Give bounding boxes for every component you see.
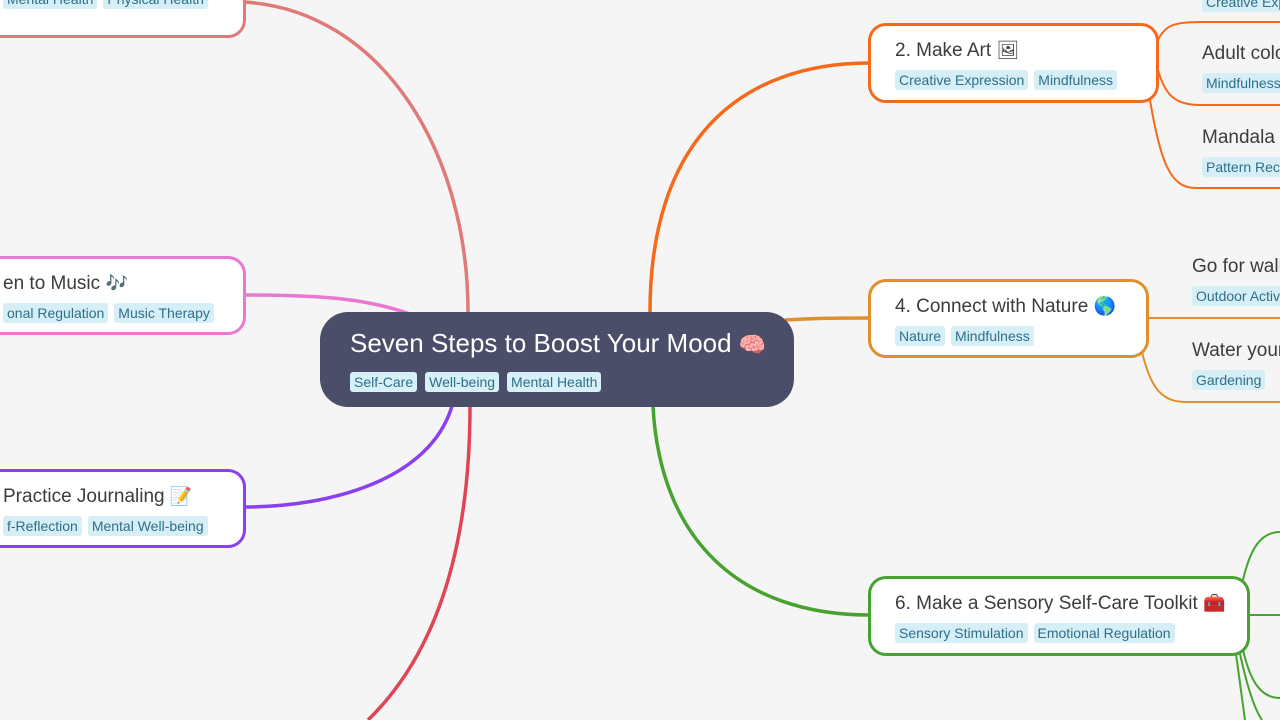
connector-branch-1: [243, 0, 470, 313]
subnode-art-3[interactable]: Mandala a Pattern Rec: [1202, 125, 1280, 177]
subnode-title: Go for walk: [1192, 256, 1280, 277]
tag: Mental Health: [3, 0, 98, 9]
tag: Pattern Rec: [1202, 157, 1280, 177]
connector-branch-6: [651, 405, 871, 617]
branch-title: 6. Make a Sensory Self-Care Toolkit: [895, 593, 1198, 614]
subnode-art-2[interactable]: Adult colo Mindfulness: [1202, 41, 1280, 93]
branch-title: 4. Connect with Nature: [895, 296, 1089, 317]
tag: Music Therapy: [114, 303, 214, 323]
brain-icon: 🧠: [738, 332, 767, 357]
connector-toolkit-1: [1242, 531, 1280, 581]
root-node[interactable]: Seven Steps to Boost Your Mood 🧠 Self-Ca…: [320, 312, 794, 407]
connector-art-1: [1157, 21, 1280, 41]
subnode-nature-1[interactable]: Go for walk Outdoor Activ: [1192, 254, 1280, 306]
connector-branch-2: [648, 61, 871, 313]
branch-node-3[interactable]: en to Music 🎶 onal Regulation Music Ther…: [0, 256, 246, 335]
memo-icon: 📝: [169, 486, 193, 506]
tag: Self-Care: [350, 372, 418, 392]
tag: Mindfulness: [1034, 70, 1117, 90]
tag: Sensory Stimulation: [895, 623, 1028, 643]
globe-icon: 🌎: [1093, 296, 1116, 316]
tag: Creative Expression: [895, 70, 1029, 90]
subnode-title: Mandala a: [1202, 127, 1280, 148]
tag: Creative Exp: [1202, 0, 1280, 12]
root-title: Seven Steps to Boost Your Mood: [350, 328, 732, 358]
branch-node-6[interactable]: 6. Make a Sensory Self-Care Toolkit 🧰 Se…: [868, 576, 1250, 656]
subnode-title: Adult colo: [1202, 43, 1280, 64]
subnode-art-1[interactable]: Creative Exp: [1202, 0, 1280, 12]
tag: Mental Well-being: [87, 516, 208, 536]
connector-branch-4: [784, 316, 871, 322]
tag: Well-being: [425, 372, 500, 392]
toolbox-icon: 🧰: [1203, 593, 1226, 613]
branch-node-4[interactable]: 4. Connect with Nature 🌎 Nature Mindfuln…: [868, 279, 1149, 358]
branch-node-5[interactable]: Practice Journaling 📝 f-Reflection Menta…: [0, 469, 246, 548]
tag: Mindfulness: [951, 326, 1034, 346]
tag: Mindfulness: [1202, 73, 1280, 93]
branch-title: Practice Journaling: [3, 486, 165, 507]
connector-branch-7: [366, 405, 472, 720]
tag: Outdoor Activ: [1192, 286, 1280, 306]
branch-node-1[interactable]: Mental Health Physical Health: [0, 0, 246, 38]
tag: Gardening: [1192, 370, 1266, 390]
connector-branch-5: [243, 405, 454, 509]
tag: Mental Health: [507, 372, 602, 392]
framed-picture-icon: 🖼: [996, 40, 1020, 60]
subnode-title: Water your: [1192, 340, 1280, 361]
subnode-nature-2[interactable]: Water your Gardening: [1192, 338, 1280, 390]
tag: Nature: [895, 326, 946, 346]
tag: Physical Health: [103, 0, 208, 9]
music-notes-icon: 🎶: [105, 273, 128, 293]
tag: onal Regulation: [3, 303, 109, 323]
branch-title: 2. Make Art: [895, 40, 992, 61]
connector-toolkit-4: [1235, 653, 1246, 720]
tag: f-Reflection: [3, 516, 82, 536]
tag: Emotional Regulation: [1033, 623, 1175, 643]
branch-title: en to Music: [3, 273, 101, 294]
branch-node-2[interactable]: 2. Make Art 🖼 Creative Expression Mindfu…: [868, 23, 1159, 103]
